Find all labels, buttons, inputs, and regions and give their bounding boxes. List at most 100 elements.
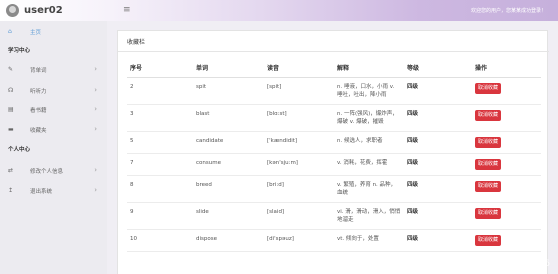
column-header-action: 操作 <box>472 59 541 78</box>
chevron-right-icon: › <box>94 86 97 94</box>
cell-no: 3 <box>127 104 193 132</box>
user-avatar[interactable] <box>6 4 19 17</box>
section-heading-study: 学习中心 <box>8 48 31 54</box>
top-bar: user02 ≡ 欢迎您的用户，您某某成功登录！ <box>0 0 558 21</box>
cell-word: slide <box>193 202 264 230</box>
sidebar-item-home[interactable]: ⌂ 主页 <box>0 23 107 41</box>
cell-phonetic: [spit] <box>264 77 334 105</box>
username: user02 <box>24 5 63 16</box>
cell-no: 2 <box>127 77 193 105</box>
cell-definition: n. 一阵(强风)，爆炸声，爆破 v. 爆破，摧毁 <box>334 104 404 132</box>
table-row: 2 spit [spit] n. 唾液，口水，小雨 v. 唾吐，吐出，降小雨 四… <box>127 77 541 105</box>
cell-action: 取消收藏 <box>472 229 541 252</box>
remove-favorite-button[interactable]: 取消收藏 <box>475 83 502 94</box>
table-row: 5 candidate ['kændidit] n. 候选人，求职者 四级 取消… <box>127 131 541 154</box>
cell-no: 5 <box>127 131 193 154</box>
cell-level: 四级 <box>404 77 472 105</box>
cell-no: 9 <box>127 202 193 230</box>
cell-level: 四级 <box>404 153 472 176</box>
cell-definition: vi. 滑，滑动，滑入，悄悄地溜走 <box>334 202 404 230</box>
sidebar-item-favorites[interactable]: ▬ 收藏夹 › <box>0 121 107 139</box>
cell-phonetic: [di'spəuz] <box>264 229 334 252</box>
chevron-right-icon: › <box>94 166 97 174</box>
cell-word: breed <box>193 175 264 203</box>
table-header-row: 序号 单词 读音 解释 等级 操作 <box>127 59 541 78</box>
cell-phonetic: [slaid] <box>264 202 334 230</box>
welcome-text: 欢迎您的用户，您某某成功登录！ <box>470 8 546 14</box>
favorites-panel: 收藏栏 序号 单词 读音 解释 等级 操作 2 spit [spit] n. 唾… <box>117 30 549 274</box>
cell-action: 取消收藏 <box>472 202 541 230</box>
column-header-definition: 解释 <box>334 59 404 78</box>
cell-word: candidate <box>193 131 264 154</box>
sidebar-item-label: 修改个人信息 <box>30 169 64 175</box>
logout-icon: ↥ <box>8 187 14 194</box>
remove-favorite-button[interactable]: 取消收藏 <box>475 159 502 170</box>
sidebar-item-memorize[interactable]: ✎ 背单词 › <box>0 61 107 79</box>
cell-phonetic: ['kændidit] <box>264 131 334 154</box>
sidebar-item-label: 收藏夹 <box>30 128 47 134</box>
cell-level: 四级 <box>404 175 472 203</box>
cell-word: consume <box>193 153 264 176</box>
cell-action: 取消收藏 <box>472 77 541 105</box>
table-row: 7 consume [kən'sju:m] v. 消耗，花费，挥霍 四级 取消收… <box>127 153 541 176</box>
watermark: https://blog.csdn.net/whitnd526 <box>406 259 550 269</box>
cell-action: 取消收藏 <box>472 104 541 132</box>
cell-definition: n. 候选人，求职者 <box>334 131 404 154</box>
cell-phonetic: [kən'sju:m] <box>264 153 334 176</box>
cell-definition: vt. 倾向于，处置 <box>334 229 404 252</box>
remove-favorite-button[interactable]: 取消收藏 <box>475 110 502 121</box>
column-header-no: 序号 <box>127 59 193 78</box>
cell-level: 四级 <box>404 131 472 154</box>
table-row: 3 blast [blɑ:st] n. 一阵(强风)，爆炸声，爆破 v. 爆破，… <box>127 104 541 132</box>
cell-word: blast <box>193 104 264 132</box>
table-row: 9 slide [slaid] vi. 滑，滑动，滑入，悄悄地溜走 四级 取消收… <box>127 202 541 230</box>
cell-phonetic: [blɑ:st] <box>264 104 334 132</box>
chevron-right-icon: › <box>94 105 97 113</box>
home-icon: ⌂ <box>8 28 12 35</box>
chevron-right-icon: › <box>94 125 97 133</box>
cell-definition: v. 消耗，花费，挥霍 <box>334 153 404 176</box>
chevron-right-icon: › <box>94 186 97 194</box>
book-icon: ▤ <box>8 106 14 113</box>
sidebar-item-books[interactable]: ▤ 看书籍 › <box>0 101 107 119</box>
column-header-level: 等级 <box>404 59 472 78</box>
divider <box>118 51 549 52</box>
cell-word: spit <box>193 77 264 105</box>
cell-no: 10 <box>127 229 193 252</box>
folder-icon: ▬ <box>8 126 14 133</box>
cell-no: 8 <box>127 175 193 203</box>
sidebar: ⌂ 主页 学习中心 ✎ 背单词 › ☊ 听听力 › ▤ 看书籍 › ▬ 收藏夹 … <box>0 21 107 274</box>
remove-favorite-button[interactable]: 取消收藏 <box>475 235 502 246</box>
cell-phonetic: [bri:d] <box>264 175 334 203</box>
cell-word: dispose <box>193 229 264 252</box>
table-row: 8 breed [bri:d] v. 繁殖，养育 n. 品种，血统 四级 取消收… <box>127 175 541 203</box>
menu-toggle-icon[interactable]: ≡ <box>123 5 131 15</box>
remove-favorite-button[interactable]: 取消收藏 <box>475 181 502 192</box>
sidebar-item-edit-profile[interactable]: ⇄ 修改个人信息 › <box>0 162 107 180</box>
chevron-right-icon: › <box>94 65 97 73</box>
sidebar-item-label: 看书籍 <box>30 108 47 114</box>
panel-title: 收藏栏 <box>127 39 146 46</box>
cell-action: 取消收藏 <box>472 131 541 154</box>
cell-level: 四级 <box>404 104 472 132</box>
cell-definition: n. 唾液，口水，小雨 v. 唾吐，吐出，降小雨 <box>334 77 404 105</box>
remove-favorite-button[interactable]: 取消收藏 <box>475 208 502 219</box>
sidebar-item-label: 听听力 <box>30 89 47 95</box>
favorites-table: 序号 单词 读音 解释 等级 操作 2 spit [spit] n. 唾液，口水… <box>127 59 541 252</box>
remove-favorite-button[interactable]: 取消收藏 <box>475 137 502 148</box>
headphones-icon: ☊ <box>8 87 14 94</box>
cell-no: 7 <box>127 153 193 176</box>
table-row: 10 dispose [di'spəuz] vt. 倾向于，处置 四级 取消收藏 <box>127 229 541 252</box>
section-heading-personal: 个人中心 <box>8 147 31 153</box>
edit-icon: ✎ <box>8 66 14 73</box>
cell-level: 四级 <box>404 202 472 230</box>
sidebar-item-label: 背单词 <box>30 68 47 74</box>
column-header-word: 单词 <box>193 59 264 78</box>
sidebar-item-label: 退出系统 <box>30 189 53 195</box>
sidebar-item-logout[interactable]: ↥ 退出系统 › <box>0 182 107 200</box>
column-header-phonetic: 读音 <box>264 59 334 78</box>
cell-definition: v. 繁殖，养育 n. 品种，血统 <box>334 175 404 203</box>
swap-icon: ⇄ <box>8 167 14 174</box>
cell-level: 四级 <box>404 229 472 252</box>
sidebar-item-listening[interactable]: ☊ 听听力 › <box>0 82 107 100</box>
